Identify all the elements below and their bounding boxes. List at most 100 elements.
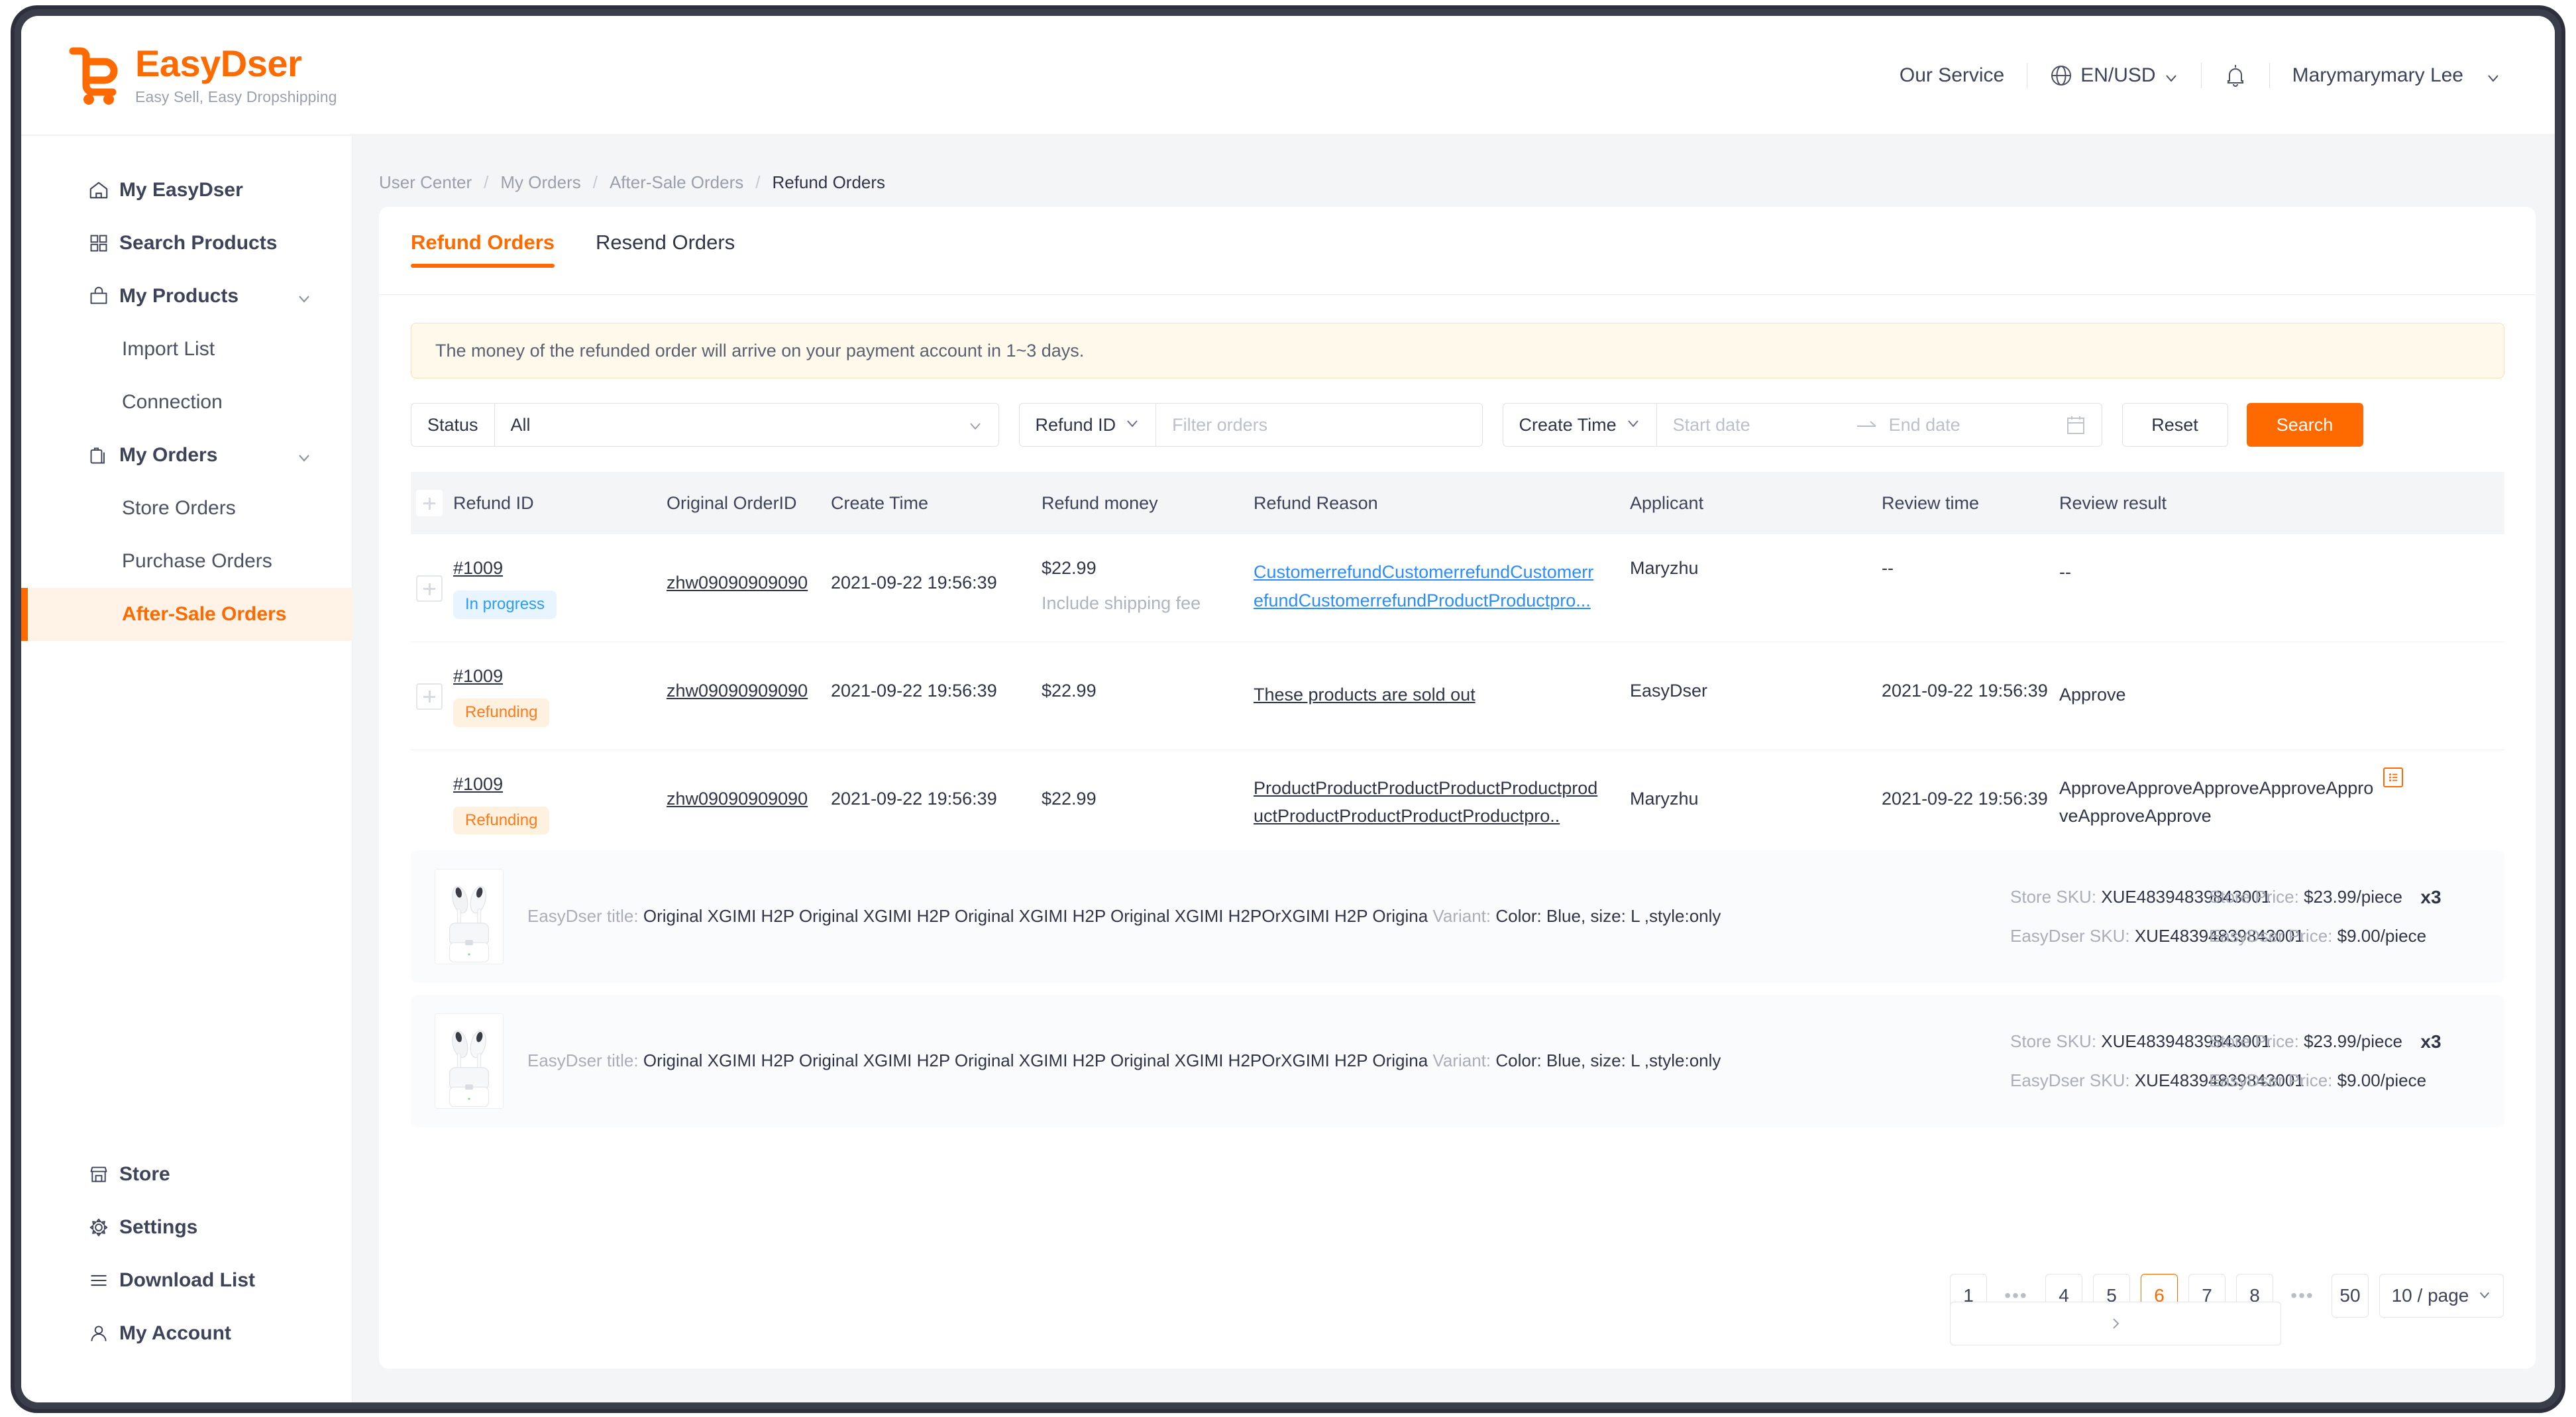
sidebar-item-store-orders[interactable]: Store Orders (21, 482, 352, 535)
review-detail-icon[interactable] (2383, 767, 2403, 787)
list-icon (87, 1269, 110, 1292)
breadcrumb-item-my-orders[interactable]: My Orders (500, 172, 580, 193)
refund-reason-link[interactable]: ProductProductProductProductProductprodu… (1254, 774, 1601, 830)
review-time-value: -- (1882, 558, 1894, 578)
sidebar-item-my-easydser[interactable]: My EasyDser (21, 164, 352, 217)
pagination-ellipsis-right[interactable]: ••• (2284, 1274, 2321, 1318)
sidebar-item-my-products[interactable]: My Products (21, 270, 352, 323)
status-badge: In progress (453, 591, 557, 619)
end-date-input[interactable]: End date (1889, 415, 2061, 435)
refund-reason-link[interactable]: CustomerrefundCustomerrefundCustomerrefu… (1254, 558, 1601, 614)
grid-icon (87, 232, 110, 255)
globe-icon (2050, 64, 2072, 87)
info-notice: The money of the refunded order will arr… (411, 323, 2504, 378)
sidebar-item-download-list[interactable]: Download List (21, 1254, 352, 1307)
user-menu[interactable]: Marymarymary Lee (2292, 64, 2500, 87)
our-service-link[interactable]: Our Service (1900, 64, 2004, 87)
tabs-divider (379, 294, 2536, 295)
sidebar-item-store[interactable]: Store (21, 1148, 352, 1201)
sidebar-item-my-orders[interactable]: My Orders (21, 429, 352, 482)
create-time-filter-dropdown[interactable]: Create Time (1503, 404, 1657, 446)
date-range-picker[interactable]: Start date End date (1657, 414, 2102, 435)
original-order-id-link[interactable]: zhw09090909090 (667, 558, 808, 593)
sidebar-item-label: After-Sale Orders (122, 603, 287, 625)
status-filter-select[interactable]: All (495, 404, 998, 446)
easydser-sku-label: EasyDser SKU: (2010, 926, 2130, 946)
product-title-line: EasyDser title: Original XGIMI H2P Origi… (527, 1050, 1432, 1070)
locale-selector[interactable]: EN/USD (2050, 64, 2178, 87)
sidebar-item-label: Settings (119, 1216, 198, 1238)
refund-id-link[interactable]: #1009 (453, 666, 503, 687)
table-row[interactable]: #1009 Refunding zhw09090909090 2021-09-2… (411, 642, 2504, 750)
column-header-original-order-id: Original OrderID (667, 492, 797, 513)
create-time-value: 2021-09-22 19:56:39 (831, 680, 997, 701)
sidebar-item-import-list[interactable]: Import List (21, 323, 352, 376)
cell-applicant: Maryzhu (1630, 774, 1882, 809)
sidebar-item-purchase-orders[interactable]: Purchase Orders (21, 535, 352, 588)
refund-reason-link[interactable]: These products are sold out (1254, 681, 1476, 709)
easydser-price-line: EasyDser Price: $9.00/piece (2209, 1070, 2426, 1091)
arrow-right-icon (1854, 418, 1880, 431)
start-date-input[interactable]: Start date (1673, 415, 1845, 435)
row-checkbox[interactable] (416, 575, 443, 602)
pagination-page-size[interactable]: 10 / page (2379, 1274, 2504, 1318)
product-variant-line: Variant: Color: Blue, size: L ,style:onl… (1432, 906, 1721, 926)
applicant-value: Maryzhu (1630, 788, 1699, 809)
review-time-value: 2021-09-22 19:56:39 (1882, 680, 2048, 701)
refund-id-search-input[interactable]: Filter orders (1156, 415, 1481, 435)
select-all-checkbox[interactable] (416, 490, 443, 516)
chevron-down-icon[interactable] (297, 448, 311, 463)
notifications-button[interactable] (2224, 63, 2247, 88)
sidebar-item-connection[interactable]: Connection (21, 376, 352, 429)
status-filter[interactable]: Status All (411, 403, 999, 447)
pagination-page-50[interactable]: 50 (2332, 1274, 2369, 1318)
product-title-line: EasyDser title: Original XGIMI H2P Origi… (527, 906, 1432, 926)
easydser-price-label: EasyDser Price: (2209, 1070, 2333, 1091)
header-actions: Our Service EN/USD Marymarymary Lee (1900, 62, 2555, 88)
table-header: Refund ID Original OrderID Create Time R… (411, 472, 2504, 534)
original-order-id-link[interactable]: zhw09090909090 (667, 774, 808, 809)
table-row[interactable]: #1009 In progress zhw09090909090 2021-09… (411, 534, 2504, 642)
sidebar-item-label: Import List (122, 338, 215, 360)
sidebar-item-after-sale-orders[interactable]: After-Sale Orders (21, 588, 352, 641)
filter-bar: Status All Refund ID Filter orders Creat… (411, 403, 2504, 447)
breadcrumb-separator: / (592, 172, 598, 192)
refund-money-note: Include shipping fee (1042, 593, 1201, 613)
refund-money-value: $22.99 (1042, 788, 1097, 809)
easydser-sku-line: EasyDser SKU: XUE48394839843001 (2010, 1070, 2304, 1091)
sidebar-item-label: Connection (122, 391, 223, 413)
product-info: EasyDser title: Original XGIMI H2P Origi… (504, 1050, 2010, 1072)
search-button[interactable]: Search (2246, 403, 2363, 447)
home-icon (87, 179, 110, 201)
refund-id-filter[interactable]: Refund ID Filter orders (1018, 403, 1483, 447)
select-all-cell (411, 490, 453, 516)
chevron-down-icon[interactable] (297, 289, 311, 304)
review-time-value: 2021-09-22 19:56:39 (1882, 788, 2048, 809)
sidebar-item-my-account[interactable]: My Account (21, 1307, 352, 1360)
column-header-review-time: Review time (1882, 492, 1980, 513)
breadcrumb-item-after-sale-orders[interactable]: After-Sale Orders (610, 172, 743, 193)
row-checkbox[interactable] (416, 683, 443, 710)
product-panels: EasyDser title: Original XGIMI H2P Origi… (411, 834, 2504, 1128)
refund-id-link[interactable]: #1009 (453, 774, 503, 795)
breadcrumb-item-user-center[interactable]: User Center (379, 172, 472, 193)
refund-id-filter-dropdown[interactable]: Refund ID (1020, 404, 1157, 446)
cell-review-result: -- (2059, 558, 2504, 587)
cell-original-order-id: zhw09090909090 (667, 666, 831, 701)
refund-id-link[interactable]: #1009 (453, 558, 503, 579)
pagination-next[interactable] (1950, 1302, 2281, 1345)
create-time-filter[interactable]: Create Time Start date End date (1502, 403, 2102, 447)
breadcrumb-separator: / (755, 172, 761, 192)
table-row[interactable]: #1009 Refunding zhw09090909090 2021-09-2… (411, 750, 2504, 835)
reset-button[interactable]: Reset (2121, 403, 2228, 447)
sidebar-item-settings[interactable]: Settings (21, 1201, 352, 1254)
cell-create-time: 2021-09-22 19:56:39 (831, 558, 1042, 593)
original-order-id-link[interactable]: zhw09090909090 (667, 666, 808, 701)
tab-refund-orders[interactable]: Refund Orders (411, 231, 555, 268)
cell-applicant: Maryzhu (1630, 558, 1882, 579)
cell-applicant: EasyDser (1630, 666, 1882, 701)
tab-resend-orders[interactable]: Resend Orders (596, 231, 735, 268)
brand-logo[interactable]: EasyDser Easy Sell, Easy Dropshipping (21, 44, 337, 105)
sidebar-item-search-products[interactable]: Search Products (21, 217, 352, 270)
cell-create-time: 2021-09-22 19:56:39 (831, 666, 1042, 701)
